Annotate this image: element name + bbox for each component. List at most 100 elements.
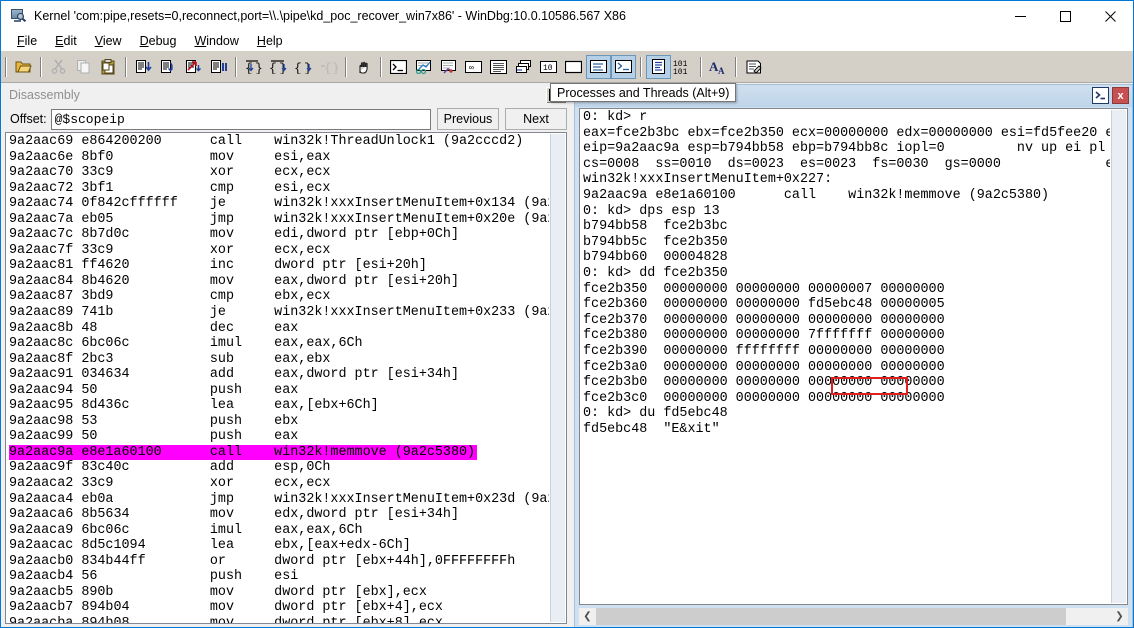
disassembly-line[interactable]: 9a2aac81 ff4620 inc dword ptr [esi+20h] xyxy=(9,258,549,274)
disassembly-line[interactable]: 9a2aac94 50 push eax xyxy=(9,383,549,399)
disassembly-text-area[interactable]: 9a2aac69 e864200200 call win32k!ThreadUn… xyxy=(5,132,567,624)
disassembly-line[interactable]: 9a2aac9a e8e1a60100 call win32k!memmove … xyxy=(9,444,549,461)
command-output-line: fce2b360 00000000 00000000 fd5ebc48 0000… xyxy=(583,297,945,313)
menu-help[interactable]: Help xyxy=(248,33,292,49)
scroll-track[interactable] xyxy=(1066,608,1111,625)
disassembly-vertical-scrollbar[interactable] xyxy=(550,134,565,622)
menu-file[interactable]: File xyxy=(8,33,46,49)
disassembly-instruction: 9a2aacba 894b08 mov dword ptr [ebx+8],ec… xyxy=(9,615,443,624)
run-to-cursor-icon[interactable] xyxy=(206,55,231,79)
disassembly-line[interactable]: 9a2aaca2 33c9 xor ecx,ecx xyxy=(9,476,549,492)
disassembly-line[interactable]: 9a2aac99 50 push eax xyxy=(9,429,549,445)
title-bar: Kernel 'com:pipe,resets=0,reconnect,port… xyxy=(1,1,1133,31)
disassembly-line[interactable]: 9a2aacb7 894b04 mov dword ptr [ebx+4],ec… xyxy=(9,600,549,616)
command-window-icon[interactable] xyxy=(386,55,411,79)
scroll-right-arrow-icon[interactable]: ❯ xyxy=(1111,608,1128,625)
disassembly-line[interactable]: 9a2aac6e 8bf0 mov esi,eax xyxy=(9,150,549,166)
disassembly-line[interactable]: 9a2aac98 53 push ebx xyxy=(9,414,549,430)
disassembly-line[interactable]: 9a2aac89 741b je win32k!xxxInsertMenuIte… xyxy=(9,305,549,321)
processes-threads-icon[interactable] xyxy=(646,54,671,79)
step-over-icon[interactable] xyxy=(156,55,181,79)
disassembly-line[interactable]: 9a2aac91 034634 add eax,dword ptr [esi+3… xyxy=(9,367,549,383)
disassembly-instruction: 9a2aac7c 8b7d0c mov edi,dword ptr [ebp+0… xyxy=(9,227,459,243)
disassembly-line[interactable]: 9a2aaca9 6bc06c imul eax,eax,6Ch xyxy=(9,523,549,539)
next-button[interactable]: Next xyxy=(505,108,567,130)
open-icon[interactable] xyxy=(11,55,36,79)
disassembly-line[interactable]: 9a2aacb5 890b mov dword ptr [ebx],ecx xyxy=(9,585,549,601)
disassembly-instruction: 9a2aac70 33c9 xor ecx,ecx xyxy=(9,165,331,181)
disassembly-instruction: 9a2aac9f 83c40c add esp,0Ch xyxy=(9,460,331,476)
go-handled-icon[interactable]: { } xyxy=(266,55,291,79)
disassembly-instruction: 9a2aac8b 48 dec eax xyxy=(9,320,299,336)
svg-text:}: } xyxy=(304,61,312,74)
menu-view[interactable]: View xyxy=(86,33,131,49)
locals-window-icon[interactable] xyxy=(436,55,461,79)
disassembly-line[interactable]: 9a2aac69 e864200200 call win32k!ThreadUn… xyxy=(9,134,549,150)
disassembly-line[interactable]: 9a2aac7a eb05 jmp win32k!xxxInsertMenuIt… xyxy=(9,212,549,228)
disassembly-line[interactable]: 9a2aac74 0f842cffffff je win32k!xxxInser… xyxy=(9,196,549,212)
font-icon[interactable]: A A xyxy=(706,55,731,79)
memory-window-icon[interactable] xyxy=(486,55,511,79)
close-button[interactable] xyxy=(1088,1,1133,31)
disassembly-line[interactable]: 9a2aaca4 eb0a jmp win32k!xxxInsertMenuIt… xyxy=(9,492,549,508)
command-horizontal-scrollbar[interactable]: ❮ ❯ xyxy=(579,608,1128,625)
disassembly-line[interactable]: 9a2aac87 3bd9 cmp ebx,ecx xyxy=(9,289,549,305)
source-window-icon[interactable] xyxy=(586,54,611,79)
disassembly-line[interactable]: 9a2aac7c 8b7d0c mov edi,dword ptr [ebp+0… xyxy=(9,227,549,243)
window-controls xyxy=(998,1,1133,31)
disassembly-line[interactable]: 9a2aac95 8d436c lea eax,[ebx+6Ch] xyxy=(9,398,549,414)
disassembly-line[interactable]: 9a2aac9f 83c40c add esp,0Ch xyxy=(9,460,549,476)
disassembly-line[interactable]: 9a2aacb0 834b44ff or dword ptr [ebx+44h]… xyxy=(9,554,549,570)
previous-button[interactable]: Previous xyxy=(437,108,499,130)
menu-window[interactable]: Window xyxy=(185,33,247,49)
menu-edit[interactable]: Edit xyxy=(46,33,86,49)
disassembly-icon[interactable]: 10 xyxy=(536,55,561,79)
go-icon[interactable]: { } xyxy=(241,55,266,79)
break-icon[interactable] xyxy=(351,55,376,79)
command-close-button[interactable]: x xyxy=(1112,87,1129,104)
command-browser-icon[interactable] xyxy=(611,54,636,79)
svg-text:}: } xyxy=(279,61,287,74)
scratch-pad-icon[interactable] xyxy=(561,55,586,79)
step-out-icon[interactable] xyxy=(181,55,206,79)
disassembly-line[interactable]: 9a2aac8b 48 dec eax xyxy=(9,321,549,337)
disassembly-line[interactable]: 9a2aacac 8d5c1094 lea ebx,[eax+edx-6Ch] xyxy=(9,538,549,554)
disassembly-line[interactable]: 9a2aacba 894b08 mov dword ptr [ebx+8],ec… xyxy=(9,615,549,624)
disassembly-instruction: 9a2aac81 ff4620 inc dword ptr [esi+20h] xyxy=(9,258,427,274)
call-stack-icon[interactable] xyxy=(511,55,536,79)
disassembly-instruction: 9a2aac7a eb05 jmp win32k!xxxInsertMenuIt… xyxy=(9,211,549,227)
numbers-icon[interactable]: 101 101 xyxy=(671,55,696,79)
console-icon[interactable] xyxy=(1092,87,1109,104)
disassembly-line[interactable]: 9a2aac72 3bf1 cmp esi,ecx xyxy=(9,181,549,197)
disassembly-instruction: 9a2aac99 50 push eax xyxy=(9,429,299,445)
maximize-button[interactable] xyxy=(1043,1,1088,31)
minimize-button[interactable] xyxy=(998,1,1043,31)
command-vertical-scrollbar[interactable] xyxy=(1111,110,1126,603)
menu-debug[interactable]: Debug xyxy=(131,33,186,49)
disassembly-line[interactable]: 9a2aacb4 56 push esi xyxy=(9,569,549,585)
disassembly-line[interactable]: 9a2aac8c 6bc06c imul eax,eax,6Ch xyxy=(9,336,549,352)
disassembly-title-bar: Disassembly xyxy=(1,84,571,106)
disassembly-line[interactable]: 9a2aac7f 33c9 xor ecx,ecx xyxy=(9,243,549,259)
cut-icon xyxy=(46,55,71,79)
disassembly-line[interactable]: 9a2aac8f 2bc3 sub eax,ebx xyxy=(9,352,549,368)
disassembly-line[interactable]: 9a2aaca6 8b5634 mov edx,dword ptr [esi+3… xyxy=(9,507,549,523)
registers-window-icon[interactable]: ∞ xyxy=(461,55,486,79)
step-into-icon[interactable] xyxy=(131,55,156,79)
offset-input[interactable] xyxy=(50,108,431,130)
command-output-line: fce2b370 00000000 00000000 00000000 0000… xyxy=(583,312,945,328)
command-output-area[interactable]: 0: kd> r eax=fce2b3bc ebx=fce2b350 ecx=00… xyxy=(579,108,1128,605)
disassembly-instruction: 9a2aac6e 8bf0 mov esi,eax xyxy=(9,149,331,165)
options-icon[interactable] xyxy=(741,55,766,79)
go-unhandled-icon[interactable]: { } xyxy=(291,55,316,79)
command-output-line: 9a2aac9a e8e1a60100 call win32k!memmove … xyxy=(583,187,1050,203)
copy-icon xyxy=(71,55,96,79)
command-output-line: fce2b3b0 00000000 00000000 00000000 0000… xyxy=(583,375,945,391)
scroll-left-arrow-icon[interactable]: ❮ xyxy=(579,608,596,625)
svg-text:101: 101 xyxy=(673,68,688,75)
disassembly-line[interactable]: 9a2aac84 8b4620 mov eax,dword ptr [esi+2… xyxy=(9,274,549,290)
paste-icon[interactable] xyxy=(96,55,121,79)
scroll-thumb[interactable] xyxy=(596,608,1066,625)
watch-window-icon[interactable] xyxy=(411,55,436,79)
disassembly-line[interactable]: 9a2aac70 33c9 xor ecx,ecx xyxy=(9,165,549,181)
